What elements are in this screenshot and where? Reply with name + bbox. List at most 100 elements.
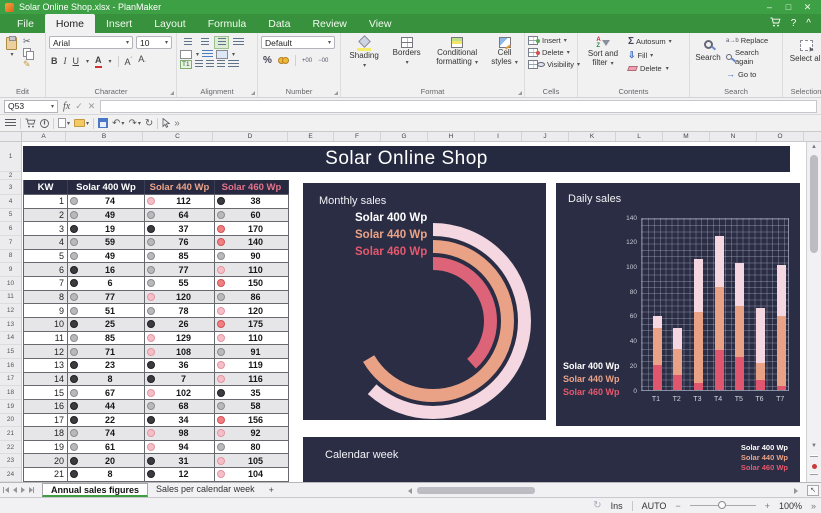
table-header-solar-400-wp[interactable]: Solar 400 Wp bbox=[68, 180, 145, 194]
banner-cell[interactable]: Solar Online Shop bbox=[23, 146, 790, 172]
split-handle-top[interactable] bbox=[807, 454, 821, 458]
column-header-J[interactable]: J bbox=[522, 132, 569, 141]
restore-button[interactable]: □ bbox=[780, 0, 797, 14]
row-header-6[interactable]: 6 bbox=[0, 222, 21, 236]
cell-value[interactable]: 90 bbox=[215, 250, 289, 263]
scroll-down-icon[interactable]: ▼ bbox=[807, 442, 821, 450]
underline-button[interactable]: U bbox=[73, 56, 80, 67]
shading-button[interactable]: Shading ▾ bbox=[344, 36, 384, 84]
cell-kw[interactable]: 14 bbox=[24, 373, 68, 386]
cell-value[interactable]: 7 bbox=[145, 373, 215, 386]
cell-kw[interactable]: 18 bbox=[24, 427, 68, 440]
sort-filter-button[interactable]: AZ Sort and filter ▾ bbox=[581, 36, 625, 84]
cell-value[interactable]: 61 bbox=[68, 441, 145, 454]
percent-format-button[interactable]: % bbox=[263, 55, 272, 66]
menu-item-insert[interactable]: Insert bbox=[95, 14, 143, 33]
font-size-select[interactable]: 10▾ bbox=[136, 36, 172, 49]
zoom-in-icon[interactable]: + bbox=[765, 501, 770, 511]
cell-value[interactable]: 55 bbox=[145, 277, 215, 290]
cell-value[interactable]: 6 bbox=[68, 277, 145, 290]
cell-value[interactable]: 58 bbox=[215, 400, 289, 413]
menu-item-formula[interactable]: Formula bbox=[197, 14, 258, 33]
column-header-G[interactable]: G bbox=[381, 132, 428, 141]
zoom-out-icon[interactable]: − bbox=[675, 501, 680, 511]
cell-kw[interactable]: 11 bbox=[24, 332, 68, 345]
cell-reference-box[interactable]: Q53▾ bbox=[4, 100, 58, 113]
cell-value[interactable]: 76 bbox=[145, 236, 215, 249]
column-header-O[interactable]: O bbox=[757, 132, 804, 141]
cell-value[interactable]: 26 bbox=[145, 318, 215, 331]
scroll-right-icon[interactable] bbox=[794, 488, 798, 494]
cell-value[interactable]: 102 bbox=[145, 386, 215, 399]
cell-value[interactable]: 108 bbox=[145, 345, 215, 358]
replace-button[interactable]: a→bReplace bbox=[726, 36, 779, 45]
row-header-12[interactable]: 12 bbox=[0, 304, 21, 318]
cell-value[interactable]: 35 bbox=[215, 386, 289, 399]
cell-kw[interactable]: 1 bbox=[24, 195, 68, 208]
table-header-kw[interactable]: KW bbox=[24, 180, 68, 194]
cell-value[interactable]: 22 bbox=[68, 414, 145, 427]
column-header-L[interactable]: L bbox=[616, 132, 663, 141]
cancel-icon[interactable]: ✕ bbox=[88, 101, 96, 112]
column-header-I[interactable]: I bbox=[475, 132, 522, 141]
cell-value[interactable]: 12 bbox=[145, 468, 215, 481]
align-left-icon[interactable] bbox=[195, 60, 203, 69]
zoom-slider-thumb[interactable] bbox=[718, 501, 726, 509]
cell-value[interactable]: 44 bbox=[68, 400, 145, 413]
cell-value[interactable]: 71 bbox=[68, 345, 145, 358]
shrink-font-button[interactable]: Aˇ bbox=[138, 54, 146, 70]
sync-icon[interactable]: ↻ bbox=[593, 500, 601, 511]
cell-value[interactable]: 91 bbox=[215, 345, 289, 358]
help-icon[interactable]: ? bbox=[791, 18, 797, 29]
align-middle-icon[interactable] bbox=[197, 36, 212, 49]
cell-styles-button[interactable]: Cell styles ▾ bbox=[488, 36, 521, 84]
row-header-18[interactable]: 18 bbox=[0, 386, 21, 400]
insert-cells-button[interactable]: Insert▾ bbox=[528, 36, 580, 45]
cell-value[interactable]: 110 bbox=[215, 263, 289, 276]
cut-icon[interactable]: ✂ bbox=[23, 36, 32, 47]
add-decimal-button[interactable]: +00 bbox=[302, 58, 312, 64]
cell-kw[interactable]: 7 bbox=[24, 277, 68, 290]
cart-toolbar-icon[interactable] bbox=[25, 118, 36, 128]
cell-value[interactable]: 119 bbox=[215, 359, 289, 372]
column-header-B[interactable]: B bbox=[66, 132, 143, 141]
column-header-F[interactable]: F bbox=[334, 132, 381, 141]
row-header-24[interactable]: 24 bbox=[0, 468, 21, 482]
copy-icon[interactable] bbox=[23, 48, 32, 58]
sheet-tab-annual-sales-figures[interactable]: Annual sales figures bbox=[42, 483, 148, 497]
repeat-icon[interactable]: ↻ bbox=[145, 118, 153, 129]
insert-mode-indicator[interactable]: Ins bbox=[611, 501, 623, 511]
goto-button[interactable]: →Go to bbox=[726, 69, 779, 79]
menu-item-data[interactable]: Data bbox=[257, 14, 301, 33]
cell-kw[interactable]: 17 bbox=[24, 414, 68, 427]
wrap-text-icon[interactable] bbox=[202, 50, 213, 59]
sheet-grid[interactable]: 123456789101112131415161718192021222324 … bbox=[0, 142, 821, 482]
touch-mode-icon[interactable] bbox=[40, 118, 49, 129]
row-header-20[interactable]: 20 bbox=[0, 414, 21, 428]
cell-value[interactable]: 92 bbox=[215, 427, 289, 440]
cell-kw[interactable]: 16 bbox=[24, 400, 68, 413]
monthly-sales-chart[interactable]: Monthly sales Solar 400 WpSolar 440 WpSo… bbox=[303, 183, 546, 420]
cell-value[interactable]: 68 bbox=[145, 400, 215, 413]
cell-value[interactable]: 20 bbox=[68, 454, 145, 467]
calendar-week-chart[interactable]: Calendar week Solar 400 WpSolar 440 WpSo… bbox=[303, 437, 800, 482]
row-header-23[interactable]: 23 bbox=[0, 454, 21, 468]
cell-value[interactable]: 23 bbox=[68, 359, 145, 372]
collapse-ribbon-icon[interactable]: ^ bbox=[806, 18, 811, 29]
statusbar-overflow-icon[interactable]: » bbox=[811, 501, 816, 511]
fill-button[interactable]: ⇩Fill▾ bbox=[628, 50, 672, 61]
cell-kw[interactable]: 20 bbox=[24, 454, 68, 467]
column-header-M[interactable]: M bbox=[663, 132, 710, 141]
italic-button[interactable]: I bbox=[64, 56, 67, 67]
menu-item-home[interactable]: Home bbox=[45, 14, 95, 33]
cell-value[interactable]: 60 bbox=[215, 209, 289, 222]
daily-sales-chart[interactable]: Daily sales Solar 400 WpSolar 440 WpSola… bbox=[556, 183, 800, 426]
cell-value[interactable]: 104 bbox=[215, 468, 289, 481]
cell-value[interactable]: 85 bbox=[68, 332, 145, 345]
borders-button[interactable]: Borders ▾ bbox=[387, 36, 426, 84]
zoom-slider[interactable] bbox=[690, 505, 756, 506]
cell-kw[interactable]: 9 bbox=[24, 304, 68, 317]
sheet-tab-sales-per-calendar-week[interactable]: Sales per calendar week bbox=[148, 483, 263, 497]
split-handle-bottom[interactable] bbox=[807, 472, 821, 476]
row-header-4[interactable]: 4 bbox=[0, 195, 21, 209]
